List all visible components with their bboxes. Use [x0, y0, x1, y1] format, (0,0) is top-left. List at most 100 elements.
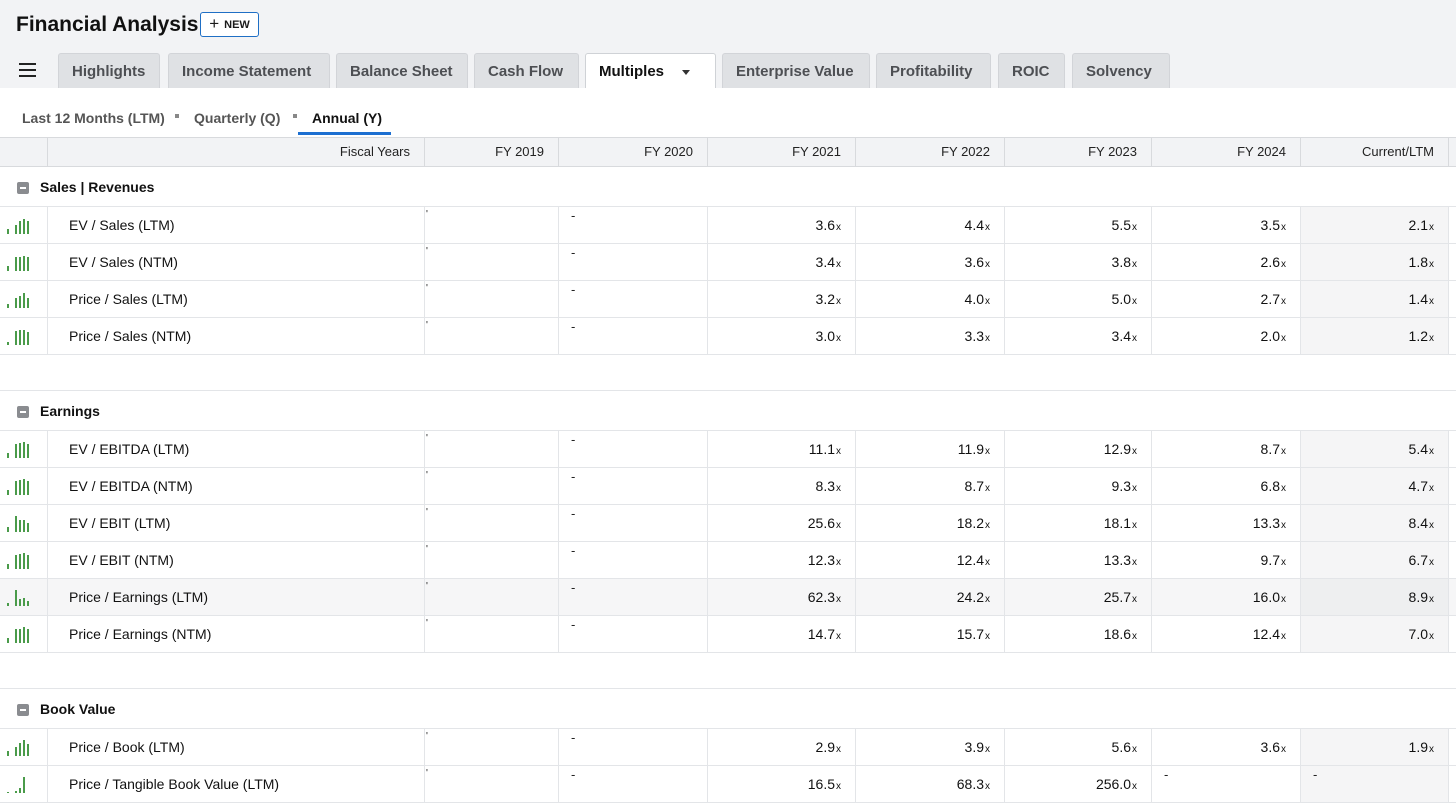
- tab-cash-flow[interactable]: Cash Flow: [474, 53, 579, 88]
- table-row[interactable]: EV / Sales (NTM) ' -3.4x 3.6x 3.8x 2.6x 1.8x: [0, 244, 1456, 281]
- value-cell: 2.7x: [1152, 281, 1301, 317]
- multiple-suffix: x: [836, 520, 841, 531]
- sparkline-chart[interactable]: [7, 441, 39, 458]
- spark-bar: [23, 598, 25, 606]
- empty-value-fy2020: -: [559, 431, 708, 467]
- tab-income-statement[interactable]: Income Statement: [168, 53, 330, 88]
- value-text: 3.4: [1111, 328, 1131, 344]
- multiple-suffix: x: [985, 333, 990, 344]
- table-row[interactable]: EV / EBITDA (LTM) ' -11.1x 11.9x 12.9x 8.7x 5.…: [0, 431, 1456, 468]
- period-annual-y[interactable]: Annual (Y): [312, 110, 382, 126]
- tab-profitability[interactable]: Profitability: [876, 53, 991, 88]
- value-cell: 11.1x: [708, 431, 856, 467]
- sparkline-chart[interactable]: [7, 217, 39, 234]
- section-title: Earnings: [40, 403, 100, 419]
- spark-bar: [19, 599, 21, 606]
- period-last-12-months-ltm[interactable]: Last 12 Months (LTM): [22, 110, 165, 126]
- empty-value-fy2020: -: [559, 505, 708, 541]
- value-text: 11.9: [957, 441, 984, 457]
- value-cell: 7.0x: [1301, 616, 1449, 652]
- multiple-suffix: x: [1429, 557, 1434, 568]
- value-cell: 3.5x: [1152, 207, 1301, 243]
- sparkline-chart[interactable]: [7, 328, 39, 345]
- value-text: 3.3: [964, 328, 984, 344]
- spark-bar: [23, 777, 25, 793]
- value-cell: 11.9x: [856, 431, 1005, 467]
- sparkline-chart[interactable]: [7, 515, 39, 532]
- value-text: 18.2: [956, 515, 984, 531]
- value-text: 4.7: [1408, 478, 1428, 494]
- multiple-suffix: x: [985, 744, 990, 755]
- collapse-icon[interactable]: [17, 704, 29, 716]
- value-text: 24.2: [956, 589, 984, 605]
- tab-roic[interactable]: ROIC: [998, 53, 1065, 88]
- spark-bar: [19, 221, 21, 234]
- empty-value-fy2020: -: [559, 244, 708, 280]
- tab-multiples[interactable]: Multiples: [585, 53, 716, 89]
- table-row[interactable]: Price / Tangible Book Value (LTM) ' -16.5x…: [0, 766, 1456, 803]
- spark-bar: [23, 479, 25, 495]
- table-row[interactable]: Price / Sales (NTM) ' -3.0x 3.3x 3.4x 2.0x 1.2…: [0, 318, 1456, 355]
- value-cell: 3.8x: [1005, 244, 1152, 280]
- empty-value-fy2019: ': [425, 244, 559, 280]
- table-row[interactable]: Price / Sales (LTM) ' -3.2x 4.0x 5.0x 2.7x 1.4…: [0, 281, 1456, 318]
- value-cell: 3.0x: [708, 318, 856, 354]
- value-text: 7.0: [1408, 626, 1428, 642]
- table-row[interactable]: Price / Earnings (LTM) ' -62.3x 24.2x 25.7x 1…: [0, 579, 1456, 616]
- sparkline-chart[interactable]: [7, 776, 39, 793]
- empty-value-fy2020: -: [559, 542, 708, 578]
- multiple-suffix: x: [836, 222, 841, 233]
- tab-balance-sheet[interactable]: Balance Sheet: [336, 53, 468, 88]
- period-quarterly-q[interactable]: Quarterly (Q): [194, 110, 280, 126]
- multiple-suffix: x: [836, 259, 841, 270]
- value-text: 18.1: [1103, 515, 1131, 531]
- sparkline-chart[interactable]: [7, 552, 39, 569]
- sparkline-chart[interactable]: [7, 739, 39, 756]
- collapse-icon[interactable]: [17, 182, 29, 194]
- tab-solvency[interactable]: Solvency: [1072, 53, 1170, 88]
- multiple-suffix: x: [1429, 744, 1434, 755]
- sparkline-cell: [0, 244, 48, 280]
- chevron-down-icon[interactable]: [682, 70, 690, 75]
- multiple-suffix: x: [1132, 781, 1137, 792]
- spark-bar: [19, 480, 21, 495]
- spark-bar: [27, 481, 29, 495]
- spark-bar: [19, 443, 21, 458]
- tab-enterprise-value[interactable]: Enterprise Value: [722, 53, 870, 88]
- spark-bar: [15, 225, 17, 234]
- collapse-icon[interactable]: [17, 406, 29, 418]
- sparkline-cell: [0, 281, 48, 317]
- table-row[interactable]: EV / Sales (LTM) ' -3.6x 4.4x 5.5x 3.5x 2.1x: [0, 207, 1456, 244]
- row-label: Price / Book (LTM): [48, 729, 425, 765]
- value-text: 8.3: [815, 478, 835, 494]
- table-row[interactable]: EV / EBIT (NTM) ' -12.3x 12.4x 13.3x 9.7x 6.7x: [0, 542, 1456, 579]
- value-cell: 4.7x: [1301, 468, 1449, 504]
- column-header-fiscal-years: Fiscal Years: [48, 138, 425, 166]
- new-button[interactable]: + NEW: [200, 12, 259, 37]
- sparkline-chart[interactable]: [7, 254, 39, 271]
- sparkline-chart[interactable]: [7, 478, 39, 495]
- new-button-label: NEW: [224, 18, 250, 31]
- value-cell: 8.7x: [1152, 431, 1301, 467]
- table-row[interactable]: EV / EBIT (LTM) ' -25.6x 18.2x 18.1x 13.3x 8.4…: [0, 505, 1456, 542]
- table-row[interactable]: Price / Earnings (NTM) ' -14.7x 15.7x 18.6x 1…: [0, 616, 1456, 653]
- empty-value-fy2019: ': [425, 281, 559, 317]
- tab-highlights[interactable]: Highlights: [58, 53, 160, 88]
- multiple-suffix: x: [1132, 520, 1137, 531]
- sparkline-chart[interactable]: [7, 626, 39, 643]
- spark-bar: [19, 257, 21, 271]
- value-text: 18.6: [1103, 626, 1131, 642]
- sparkline-chart[interactable]: [7, 291, 39, 308]
- period-separator: [175, 114, 179, 118]
- multiple-suffix: x: [985, 557, 990, 568]
- value-text: 3.0: [815, 328, 835, 344]
- value-cell: 2.1x: [1301, 207, 1449, 243]
- value-cell: 16.0x: [1152, 579, 1301, 615]
- table-row[interactable]: Price / Book (LTM) ' -2.9x 3.9x 5.6x 3.6x 1.9x: [0, 729, 1456, 766]
- row-label: EV / Sales (LTM): [48, 207, 425, 243]
- spark-bar: [27, 601, 29, 606]
- sparkline-chart[interactable]: [7, 589, 39, 606]
- menu-icon[interactable]: [19, 63, 36, 77]
- sparkline-cell: [0, 542, 48, 578]
- table-row[interactable]: EV / EBITDA (NTM) ' -8.3x 8.7x 9.3x 6.8x 4.7x: [0, 468, 1456, 505]
